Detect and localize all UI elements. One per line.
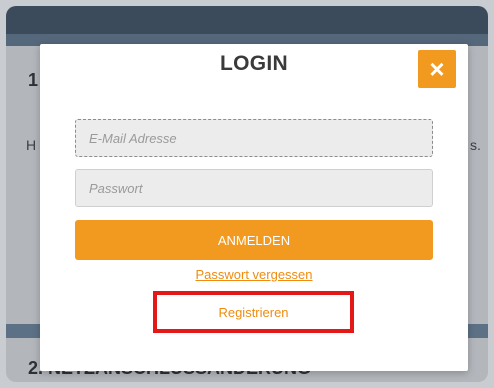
close-icon: ×	[429, 53, 445, 84]
login-modal: LOGIN × E-Mail Adresse Passwort ANMELDEN…	[40, 44, 468, 371]
email-placeholder: E-Mail Adresse	[89, 130, 177, 146]
section-1-text-left: H	[26, 137, 37, 153]
close-button[interactable]: ×	[418, 50, 456, 88]
register-highlight-box: Registrieren	[153, 291, 354, 333]
password-placeholder: Passwort	[89, 180, 143, 196]
section-1-text-right: s.	[470, 137, 481, 153]
login-button[interactable]: ANMELDEN	[75, 220, 433, 260]
email-field[interactable]: E-Mail Adresse	[75, 119, 433, 157]
modal-title: LOGIN	[220, 52, 288, 75]
login-button-label: ANMELDEN	[217, 232, 291, 248]
section-1-number: 1	[28, 70, 39, 90]
register-link[interactable]: Registrieren	[218, 305, 288, 320]
password-field[interactable]: Passwort	[75, 169, 433, 207]
forgot-password-link[interactable]: Passwort vergessen	[40, 267, 468, 282]
